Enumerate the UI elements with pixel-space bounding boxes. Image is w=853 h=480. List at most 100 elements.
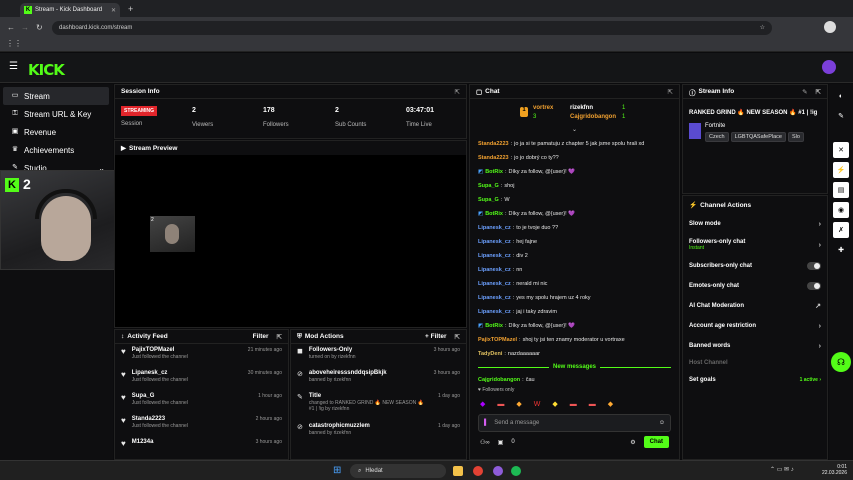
clock[interactable]: 0:01 22.03.2026 — [813, 464, 847, 476]
forward-icon[interactable]: → — [21, 23, 29, 32]
emote-icon[interactable]: ◆ — [552, 400, 557, 408]
chat-user[interactable]: Lipanesk_cz — [478, 281, 511, 287]
emote-icon[interactable]: ◆ — [516, 400, 521, 408]
edit-pencil-icon[interactable]: ✎ — [833, 108, 849, 124]
emote-icon[interactable]: ▬ — [570, 401, 577, 408]
settings-gear-icon[interactable]: ⚙ — [630, 439, 635, 446]
popout-icon[interactable]: ⇱ — [816, 88, 821, 96]
new-messages-divider[interactable]: New messages — [470, 361, 679, 373]
menu-hamburger-icon[interactable]: ☰ — [9, 61, 18, 72]
emote-icon[interactable]: ◆ — [480, 400, 485, 408]
action-emotes-only: Emotes-only chat — [683, 276, 827, 296]
action-set-goals[interactable]: Set goals 1 active › — [683, 370, 827, 390]
send-chat-button[interactable]: Chat — [643, 436, 669, 448]
chat-user[interactable]: Lipanesk_cz — [478, 309, 511, 315]
profile-avatar[interactable] — [824, 21, 836, 33]
feed-name[interactable]: Standa2223 — [132, 416, 188, 422]
popout-icon[interactable]: ⇱ — [668, 88, 673, 96]
chat-user[interactable]: Standa2223 — [478, 141, 509, 147]
chat-user[interactable]: Standa2223 — [478, 155, 509, 161]
apps-grid-icon[interactable]: ⋮⋮ — [6, 39, 22, 48]
back-icon[interactable]: ← — [7, 23, 15, 32]
mod-action-name[interactable]: catastrophicmuzzlem — [309, 423, 370, 429]
system-tray-icons[interactable]: ⌃ ▭ ✉ ♪ — [770, 466, 794, 473]
subscribers-only-toggle[interactable] — [807, 262, 821, 270]
chat-user[interactable]: Supa_G — [478, 183, 499, 189]
broadcast-icon[interactable]: ◉ — [833, 202, 849, 218]
url-field[interactable]: dashboard.kick.com/stream ☆ — [52, 20, 772, 35]
puzzle-icon[interactable]: ✚ — [833, 242, 849, 258]
action-host-channel[interactable]: Host Channel — [683, 356, 827, 370]
message-icon[interactable]: ▤ — [833, 182, 849, 198]
sidebar-item-stream[interactable]: ▭ Stream — [3, 87, 109, 105]
sidebar-item-achievements[interactable]: ♛ Achievements — [3, 141, 109, 159]
popout-icon[interactable]: ⇱ — [455, 333, 460, 341]
bookmark-star-icon[interactable]: ☆ — [760, 24, 765, 31]
feed-name[interactable]: M1234a — [132, 439, 154, 445]
info-icon: ⓘ — [689, 89, 696, 97]
category-name[interactable]: Fortnite — [705, 123, 806, 129]
chat-user[interactable]: Lipanesk_cz — [478, 267, 511, 273]
sidebar-item-stream-url-key[interactable]: ⚿ Stream URL & Key — [3, 105, 109, 123]
spotify-icon[interactable] — [511, 466, 521, 476]
popout-icon[interactable]: ⇱ — [455, 88, 460, 96]
chat-user[interactable]: Cajgridobangon — [478, 377, 520, 383]
emoji-icon[interactable]: ☺ — [659, 420, 665, 426]
mod-action-time: 1 day ago — [438, 393, 460, 399]
filter-button[interactable]: + Filter — [425, 333, 447, 340]
leader-name[interactable]: vortrex — [533, 105, 553, 111]
taskbar-search[interactable]: ⌕ Hledat — [350, 464, 446, 478]
action-banned-words[interactable]: Banned words › — [683, 336, 827, 356]
emotes-only-toggle[interactable] — [807, 282, 821, 290]
broadcast-icon: ▭ — [11, 92, 19, 99]
app-icon[interactable] — [493, 466, 503, 476]
feed-name[interactable]: Lipanesk_cz — [132, 370, 188, 376]
chat-user[interactable]: Lipanesk_cz — [478, 253, 511, 259]
leader-name[interactable]: rizekfnn — [570, 105, 593, 111]
preview-pip[interactable]: 2 — [150, 216, 195, 252]
browser-tab[interactable]: K Stream - Kick Dashboard ✕ — [20, 3, 120, 17]
new-tab-button[interactable]: + — [128, 4, 133, 14]
edit-pencil-icon[interactable]: ✎ — [802, 88, 807, 96]
kick-logo[interactable]: KICK — [28, 61, 65, 79]
file-explorer-icon[interactable] — [453, 466, 463, 476]
chat-user[interactable]: Lipanesk_cz — [478, 225, 511, 231]
reload-icon[interactable]: ↻ — [36, 23, 43, 32]
feed-name[interactable]: Supa_G — [132, 393, 188, 399]
help-support-icon[interactable]: ☊ — [831, 352, 851, 372]
action-followers-only[interactable]: Followers-only chat Instant › — [683, 234, 827, 256]
points-icon[interactable]: ⚇∞ — [480, 439, 490, 446]
chat-user[interactable]: TadyDeni — [478, 351, 502, 357]
chat-user[interactable]: Lipanesk_cz — [478, 239, 511, 245]
action-slow-mode[interactable]: Slow mode › — [683, 214, 827, 234]
popout-icon[interactable]: ⇱ — [277, 333, 282, 341]
emote-icon[interactable]: W — [534, 401, 541, 408]
chat-user[interactable]: PajixTOPMazel — [478, 337, 517, 343]
clip-icon[interactable]: ✕ — [833, 142, 849, 158]
leader-name[interactable]: Cajgridobangon — [570, 114, 616, 120]
windows-start-icon[interactable]: ⊞ — [333, 465, 341, 476]
action-account-age[interactable]: Account age restriction › — [683, 316, 827, 336]
filter-button[interactable]: Filter — [253, 333, 269, 340]
close-tab-icon[interactable]: ✕ — [111, 7, 116, 14]
feed-name[interactable]: PajixTOPMazel — [132, 347, 188, 353]
wrench-icon[interactable]: ✗ — [833, 222, 849, 238]
emote-icon[interactable]: ▬ — [497, 401, 504, 408]
emote-icon[interactable]: ◆ — [608, 400, 613, 408]
raid-icon[interactable]: ⚡ — [833, 162, 849, 178]
chevron-down-icon[interactable]: ⌄ — [572, 126, 577, 133]
message-input[interactable]: ▌ Send a message ☺ — [478, 414, 671, 432]
chat-user[interactable]: Supa_G — [478, 197, 499, 203]
mod-action-name[interactable]: aboveheiresssnddqsipBkjk — [309, 370, 387, 376]
chat-user[interactable]: BotRix — [485, 169, 503, 175]
contrast-icon[interactable]: ◐ — [833, 88, 849, 104]
user-avatar[interactable] — [822, 60, 836, 74]
chrome-icon[interactable] — [473, 466, 483, 476]
chat-user[interactable]: BotRix — [485, 211, 503, 217]
mic-icon[interactable]: ▌ — [484, 420, 488, 426]
sidebar-item-revenue[interactable]: ▣ Revenue — [3, 123, 109, 141]
chat-user[interactable]: BotRix — [485, 323, 503, 329]
action-ai-moderation[interactable]: AI Chat Moderation ↗ — [683, 296, 827, 316]
chat-user[interactable]: Lipanesk_cz — [478, 295, 511, 301]
emote-icon[interactable]: ▬ — [589, 401, 596, 408]
